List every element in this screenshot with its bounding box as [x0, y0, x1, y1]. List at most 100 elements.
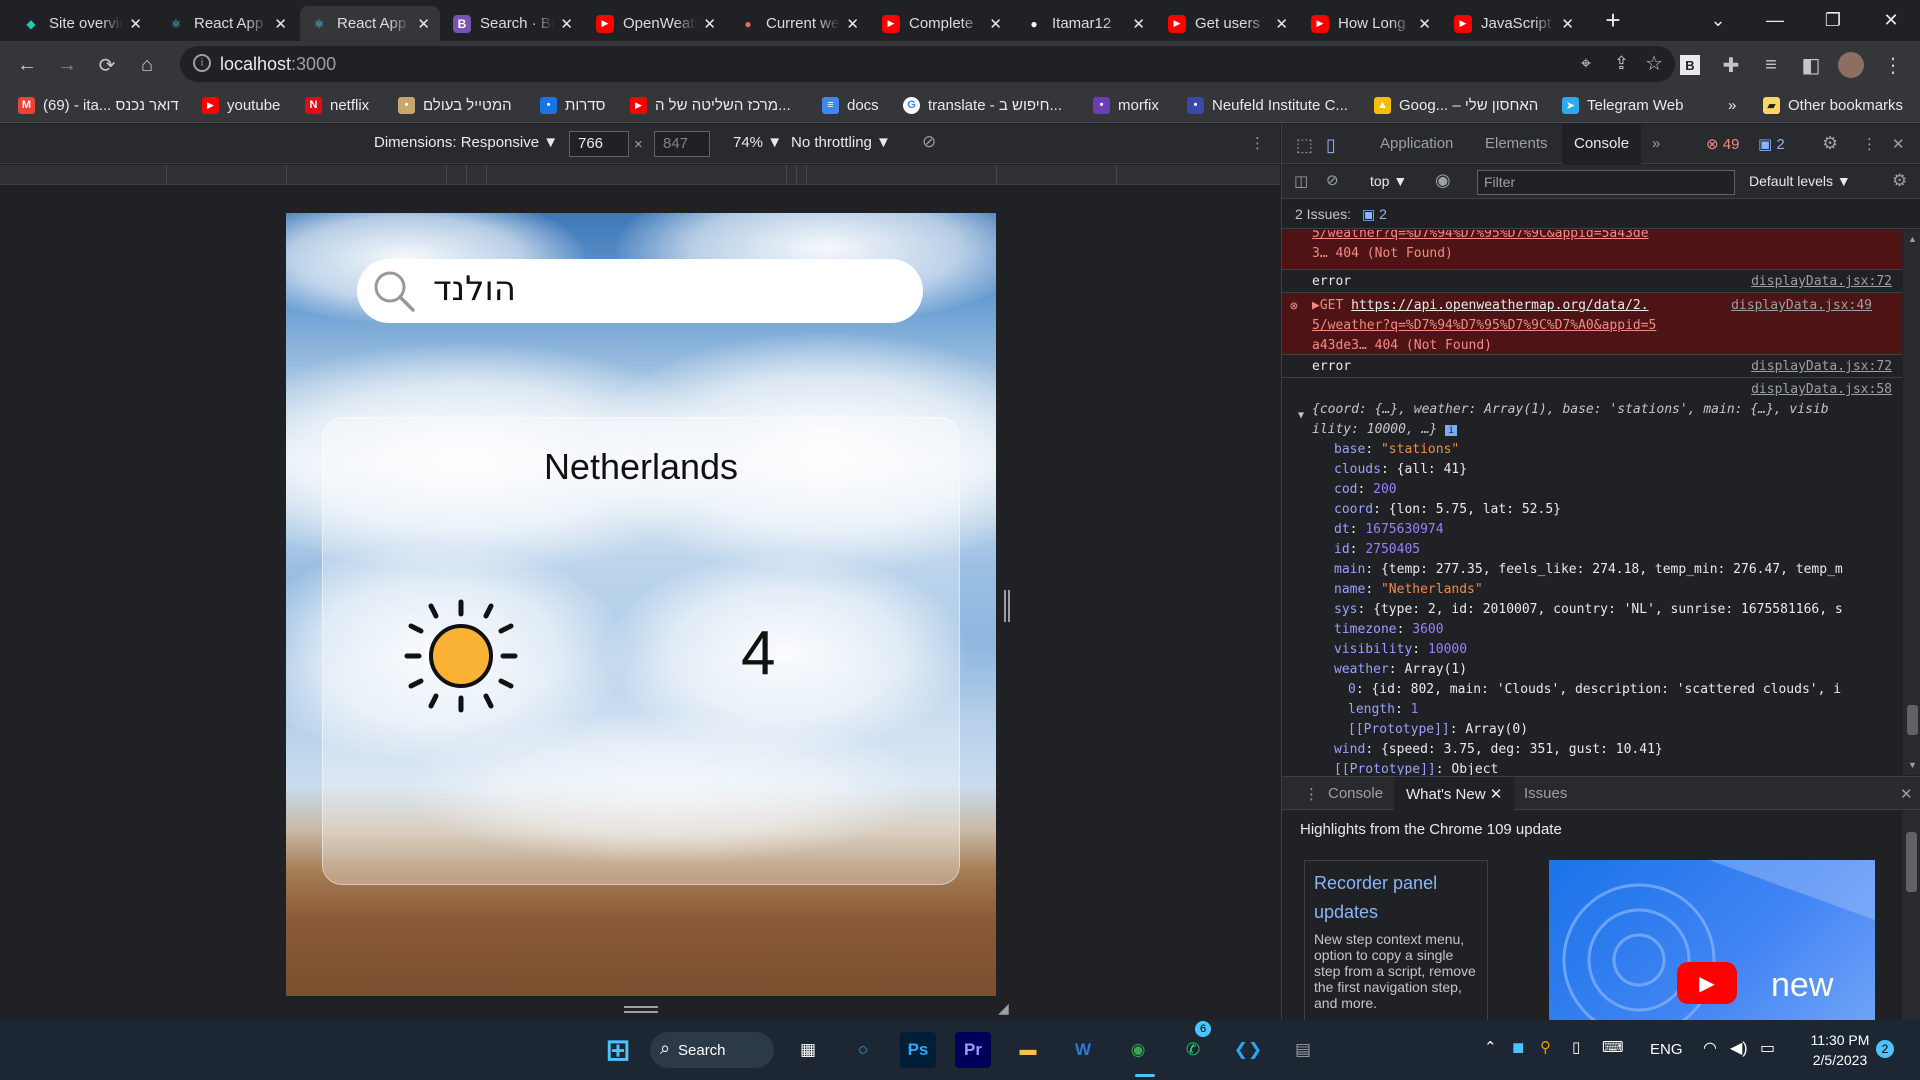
throttling-dropdown[interactable]: No throttling ▼: [791, 134, 891, 151]
object-property[interactable]: ▶sys: {type: 2, id: 2010007, country: 'N…: [1334, 600, 1894, 620]
close-tab-icon[interactable]: ✕: [274, 15, 287, 33]
browser-tab[interactable]: ▶ How Long ✕: [1301, 6, 1441, 41]
clear-console-icon[interactable]: ⊘: [1326, 171, 1339, 189]
height-input[interactable]: 847: [654, 131, 710, 157]
error-url-fragment[interactable]: 5/weather?q=%D7%94%D7%95%D7%9C&appid=5a4…: [1312, 230, 1902, 244]
zoom-dropdown[interactable]: 74% ▼: [733, 134, 782, 151]
message-count-badge[interactable]: ▣ 2: [1758, 135, 1785, 153]
whatsapp-icon[interactable]: ✆: [1175, 1032, 1211, 1068]
bootstrap-extension-icon[interactable]: B: [1680, 55, 1700, 75]
close-devtools-icon[interactable]: ✕: [1892, 135, 1905, 153]
bookmark-item[interactable]: ▶ youtube: [202, 94, 280, 116]
log-source-link[interactable]: displayData.jsx:72: [1751, 272, 1892, 292]
bookmark-item[interactable]: ▶ מרכז השליטה של ה...: [630, 94, 791, 116]
console-scrollbar[interactable]: ▲ ▼: [1903, 230, 1920, 775]
close-tab-icon[interactable]: ✕: [129, 15, 142, 33]
browser-tab[interactable]: ⚛ React App ✕: [300, 6, 440, 41]
bookmark-item[interactable]: ▲ Goog... – האחסון שלי: [1374, 94, 1538, 116]
request-method[interactable]: ▶GET: [1312, 298, 1343, 313]
bookmark-star-icon[interactable]: ☆: [1645, 51, 1663, 76]
collapse-arrow-icon[interactable]: ▼: [1298, 406, 1304, 426]
tab-application[interactable]: Application: [1380, 135, 1453, 152]
notification-center-badge[interactable]: 2: [1876, 1040, 1894, 1058]
close-tab-icon[interactable]: ✕: [1275, 15, 1288, 33]
object-property[interactable]: ▶clouds: {all: 41}: [1334, 460, 1894, 480]
vscode-icon[interactable]: ❮❯: [1230, 1032, 1266, 1068]
bookmark-item[interactable]: • המטייל בעולם: [398, 94, 512, 116]
bookmark-item[interactable]: M (69) - ita... דואר נכנס: [18, 94, 179, 116]
context-selector[interactable]: top ▼: [1370, 173, 1407, 189]
youtube-play-icon[interactable]: ▶: [1677, 962, 1737, 1004]
battery-icon[interactable]: ▭: [1760, 1038, 1775, 1058]
tab-elements[interactable]: Elements: [1485, 135, 1548, 152]
resize-corner-icon[interactable]: ◢: [998, 1000, 1009, 1017]
browser-tab[interactable]: ▶ Get users ✕: [1158, 6, 1298, 41]
info-badge-icon[interactable]: i: [1445, 425, 1458, 436]
viewport-resize-handle-right[interactable]: [1004, 590, 1010, 622]
address-bar[interactable]: i localhost:3000 ⌖ ⇪ ☆: [180, 46, 1675, 82]
file-explorer-icon[interactable]: ▬: [1010, 1032, 1046, 1068]
more-menu-icon[interactable]: ⋮: [1880, 52, 1906, 78]
tab-search-icon[interactable]: ⌄: [1695, 0, 1741, 40]
store-icon[interactable]: ▦: [790, 1032, 826, 1068]
clock[interactable]: 11:30 PM 2/5/2023: [1800, 1030, 1880, 1070]
settings-gear-icon[interactable]: ⚙: [1822, 133, 1838, 154]
bookmark-item[interactable]: • סדרות: [540, 94, 605, 116]
browser-tab[interactable]: ▶ Complete ✕: [872, 6, 1012, 41]
home-icon[interactable]: ⌂: [134, 52, 160, 78]
share-icon[interactable]: ⇪: [1614, 53, 1629, 74]
taskbar-search-box[interactable]: ⌕ Search: [650, 1032, 774, 1068]
live-expression-eye-icon[interactable]: ◉: [1435, 170, 1451, 191]
browser-tab[interactable]: ● Current weather ✕: [729, 6, 869, 41]
bookmark-item[interactable]: ➤ Telegram Web: [1562, 94, 1683, 116]
usb-icon[interactable]: ▯: [1572, 1038, 1580, 1056]
language-indicator[interactable]: ENG: [1650, 1041, 1683, 1058]
log-source-link[interactable]: displayData.jsx:58: [1751, 380, 1892, 400]
object-property[interactable]: ▶0: {id: 802, main: 'Clouds', descriptio…: [1348, 680, 1894, 700]
object-property[interactable]: ▶wind: {speed: 3.75, deg: 351, gust: 10.…: [1334, 740, 1894, 760]
side-panel-icon[interactable]: ◧: [1798, 52, 1824, 78]
feature-card[interactable]: Recorder panel updates New step context …: [1304, 860, 1488, 1021]
browser-tab[interactable]: ▶ OpenWeather ✕: [586, 6, 726, 41]
drawer-scrollbar[interactable]: [1902, 810, 1920, 1021]
search-icon[interactable]: [371, 268, 417, 314]
show-hidden-icons[interactable]: ⌃: [1484, 1038, 1497, 1056]
close-tab-icon[interactable]: ✕: [989, 15, 1002, 33]
whats-new-video-thumbnail[interactable]: ▶ new: [1549, 860, 1875, 1021]
log-levels-dropdown[interactable]: Default levels ▼: [1749, 173, 1851, 189]
browser-tab[interactable]: ▶ JavaScript ✕: [1444, 6, 1584, 41]
tab-console[interactable]: Console: [1562, 124, 1642, 164]
more-tabs-button[interactable]: »: [1652, 135, 1660, 152]
cortana-icon[interactable]: ○: [845, 1032, 881, 1068]
issues-bar[interactable]: 2 Issues: ▣ 2: [1282, 200, 1920, 229]
other-bookmarks-folder[interactable]: ▰ Other bookmarks: [1763, 94, 1903, 116]
request-url-link[interactable]: https://api.openweathermap.org/data/2.: [1351, 298, 1648, 313]
close-tab-icon[interactable]: ✕: [1418, 15, 1431, 33]
width-input[interactable]: 766: [569, 131, 629, 157]
device-toggle-icon[interactable]: ▯: [1326, 135, 1336, 156]
close-tab-icon[interactable]: ✕: [703, 15, 716, 33]
location-icon[interactable]: ⌖: [1581, 53, 1591, 74]
start-button[interactable]: ⊞: [600, 1032, 636, 1068]
drawer-tab-console[interactable]: Console: [1316, 777, 1395, 810]
minimize-icon[interactable]: —: [1752, 0, 1798, 40]
object-preview[interactable]: ▼ {coord: {…}, weather: Array(1), base: …: [1298, 400, 1829, 441]
browser-tab[interactable]: B Search · Bootstrap ✕: [443, 6, 583, 41]
drawer-scrollbar-thumb[interactable]: [1906, 832, 1917, 892]
close-tab-icon[interactable]: ✕: [417, 15, 430, 33]
bookmark-item[interactable]: Nnetflix: [305, 94, 369, 116]
reading-list-icon[interactable]: ≡: [1758, 52, 1784, 78]
close-tab-icon[interactable]: ✕: [1132, 15, 1145, 33]
close-tab-icon[interactable]: ✕: [560, 15, 573, 33]
dimensions-dropdown[interactable]: Dimensions: Responsive ▼: [374, 134, 558, 151]
close-tab-icon[interactable]: ✕: [846, 15, 859, 33]
reload-icon[interactable]: ⟳: [94, 52, 120, 78]
browser-tab[interactable]: ● Itamar12 ✕: [1015, 6, 1155, 41]
request-url-query[interactable]: 5/weather?q=%D7%94%D7%95%D7%9C%D7%A0&app…: [1312, 316, 1902, 336]
browser-tab[interactable]: ◆ Site overview ✕: [12, 6, 152, 41]
viewport-resize-handle-bottom[interactable]: [624, 1006, 658, 1013]
defender-icon[interactable]: ◼: [1512, 1038, 1524, 1056]
device-more-icon[interactable]: ⋮: [1250, 134, 1265, 152]
object-property[interactable]: ▶[[Prototype]]: Array(0): [1348, 720, 1894, 740]
browser-tab[interactable]: ⚛ React App ✕: [157, 6, 297, 41]
